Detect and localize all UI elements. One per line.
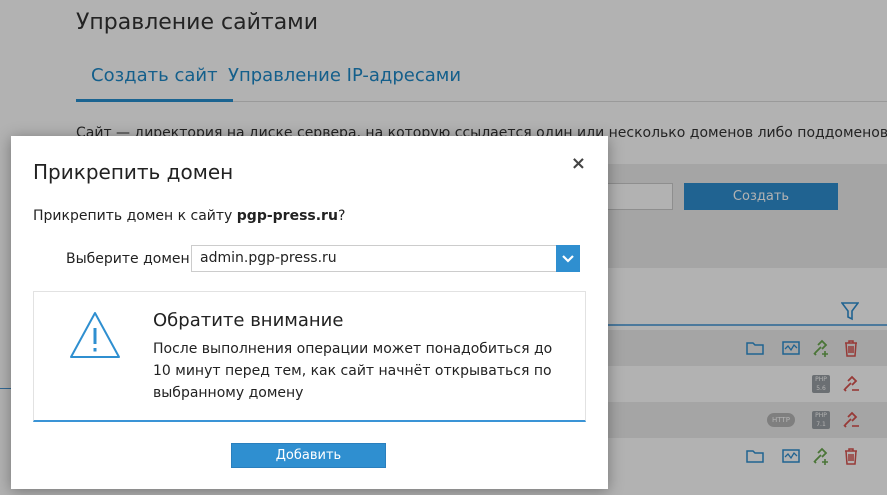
close-icon[interactable]: × — [571, 153, 586, 174]
dialog-question: Прикрепить домен к сайту pgp-press.ru? — [33, 208, 346, 224]
warning-icon — [70, 312, 120, 358]
add-button[interactable]: Добавить — [231, 443, 386, 468]
dialog-title: Прикрепить домен — [33, 160, 234, 184]
domain-select[interactable]: admin.pgp-press.ru — [191, 245, 580, 272]
select-arrow-button[interactable] — [556, 245, 580, 272]
attach-domain-dialog: Прикрепить домен × Прикрепить домен к са… — [11, 136, 608, 489]
selected-domain: admin.pgp-press.ru — [200, 250, 337, 266]
site-name: pgp-press.ru — [236, 208, 338, 224]
chevron-down-icon — [562, 255, 574, 263]
notice-title: Обратите внимание — [153, 310, 344, 331]
notice-box: Обратите внимание После выполнения опера… — [33, 291, 586, 422]
domain-select-label: Выберите домен: — [66, 251, 195, 267]
notice-text: После выполнения операции может понадоби… — [153, 341, 553, 401]
